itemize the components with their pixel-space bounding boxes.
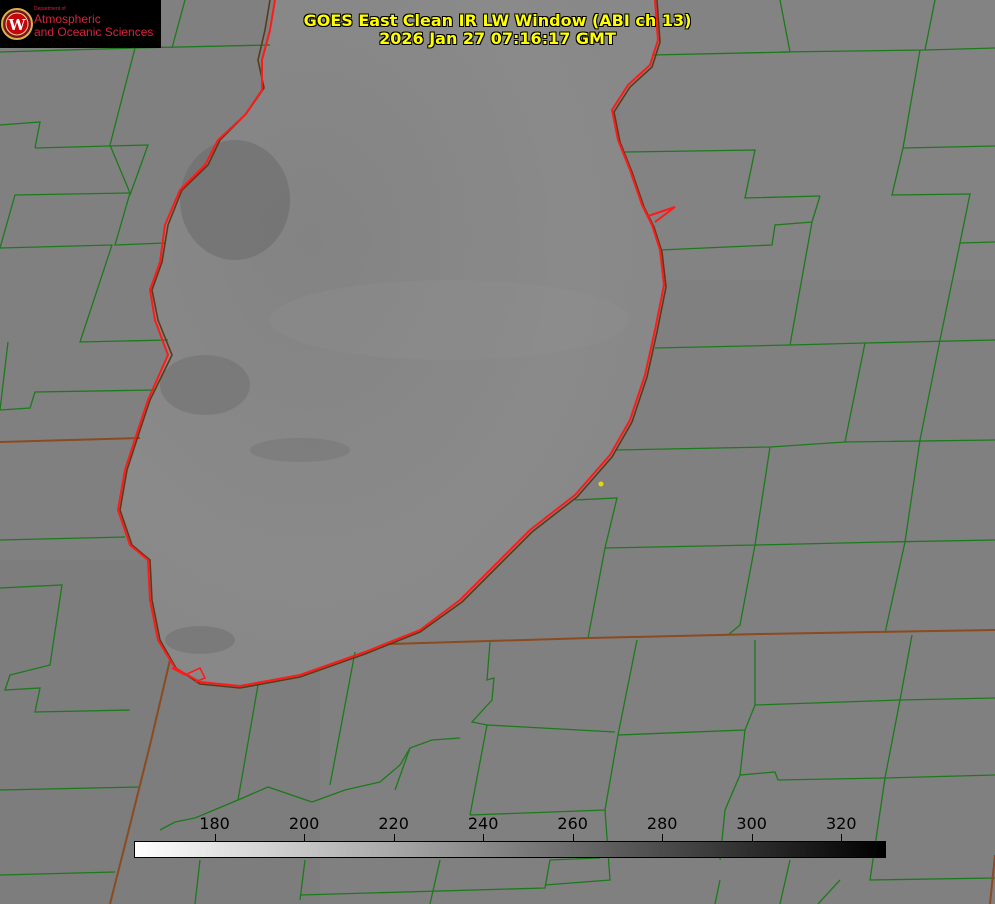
cold-cloud-feature [165, 626, 235, 654]
colorbar-tick-mark [483, 834, 485, 841]
colorbar-tick-label: 180 [199, 814, 230, 833]
colorbar-tick-mark [572, 834, 574, 841]
colorbar-tick-mark [304, 834, 306, 841]
colorbar-tick-label: 240 [467, 814, 499, 833]
colorbar-tick-label: 320 [825, 814, 857, 833]
colorbar-tick-mark [841, 834, 843, 841]
cold-cloud-feature [180, 140, 290, 260]
satellite-map [0, 0, 995, 904]
location-marker [598, 481, 604, 487]
colorbar-tick-label: 220 [378, 814, 409, 833]
colorbar-tick-label: 200 [288, 814, 320, 833]
colorbar-tick-mark [751, 834, 753, 841]
cold-cloud-feature [160, 355, 250, 415]
cold-cloud-feature [250, 438, 350, 462]
colorbar-tick-label: 300 [736, 814, 767, 833]
colorbar-tick-label: 280 [646, 814, 678, 833]
image-title: GOES East Clean IR LW Window (ABI ch 13) [303, 11, 692, 30]
warm-band-feature [270, 280, 630, 360]
colorbar-tick-mark [214, 834, 216, 841]
colorbar-tick-mark [662, 834, 664, 841]
image-timestamp: 2026 Jan 27 07:16:17 GMT [379, 29, 616, 48]
colorbar-tick-mark [393, 834, 395, 841]
temperature-colorbar [134, 841, 886, 858]
colorbar-tick-label: 260 [557, 814, 588, 833]
satellite-image-viewer: W Department of Atmospheric and Oceanic … [0, 0, 995, 904]
